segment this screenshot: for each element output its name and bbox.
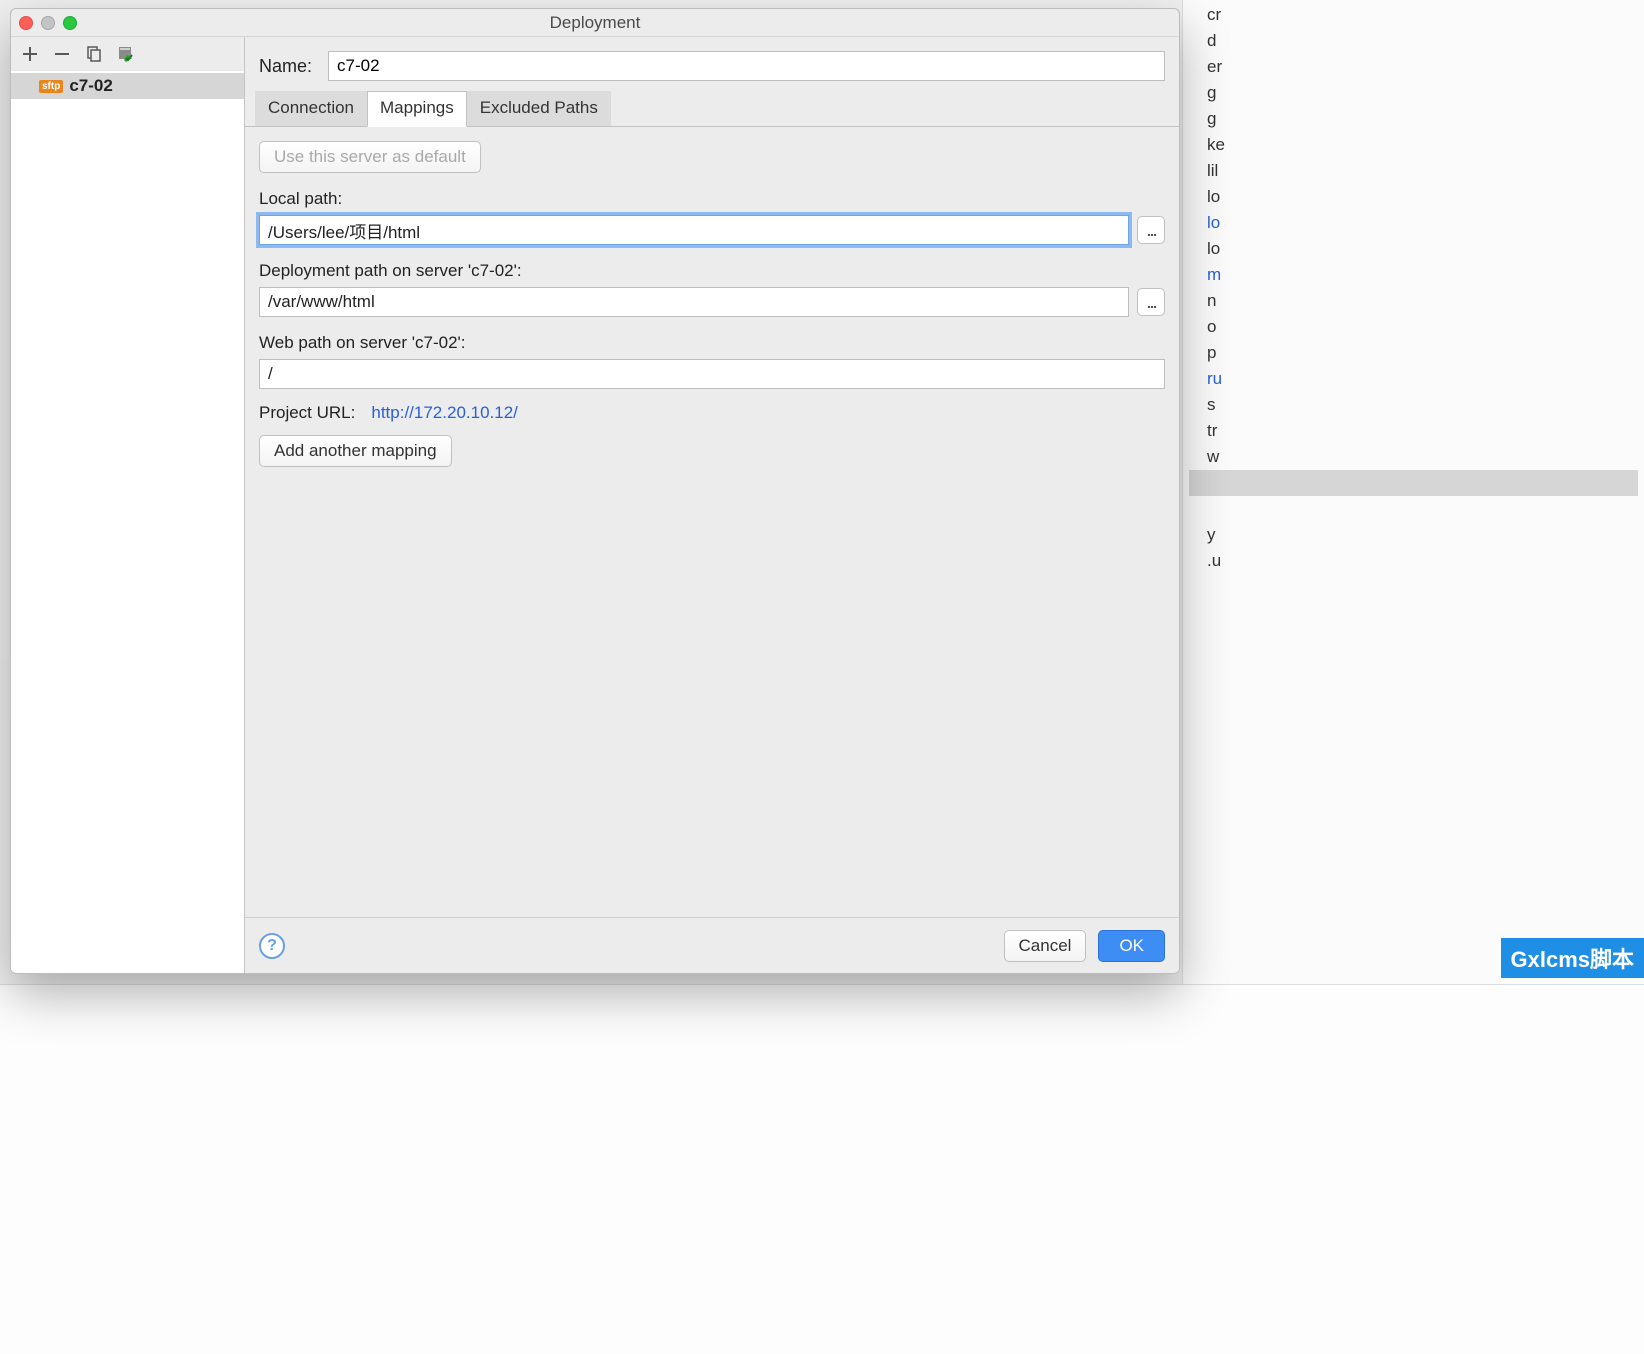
window-title: Deployment: [11, 13, 1179, 33]
add-another-mapping-button[interactable]: Add another mapping: [259, 435, 452, 467]
background-list-item[interactable]: lo: [1189, 210, 1638, 236]
tab-excluded-paths[interactable]: Excluded Paths: [467, 91, 611, 126]
deployment-path-label: Deployment path on server 'c7-02':: [259, 261, 1165, 281]
browse-local-path-button[interactable]: ...: [1137, 216, 1165, 244]
mappings-panel: Use this server as default Local path: .…: [245, 127, 1179, 917]
scrollbar[interactable]: [1624, 6, 1642, 686]
watermark-overlay: Gxlcms脚本: [1501, 938, 1644, 978]
deployment-dialog: Deployment sftp c7-02: [10, 8, 1180, 974]
local-path-label: Local path:: [259, 189, 1165, 209]
sftp-badge-icon: sftp: [39, 80, 63, 93]
web-path-input[interactable]: [259, 359, 1165, 389]
background-list-item[interactable]: tr: [1189, 418, 1638, 444]
copy-icon: [86, 46, 102, 62]
server-name-input[interactable]: [328, 51, 1165, 81]
project-url-label: Project URL:: [259, 403, 355, 423]
sidebar-toolbar: [11, 37, 244, 71]
web-path-label: Web path on server 'c7-02':: [259, 333, 1165, 353]
deployment-path-input[interactable]: [259, 287, 1129, 317]
background-list-item[interactable]: ru: [1189, 366, 1638, 392]
background-list-item[interactable]: o: [1189, 314, 1638, 340]
help-button[interactable]: ?: [259, 933, 285, 959]
background-list-item[interactable]: g: [1189, 80, 1638, 106]
project-url-link[interactable]: http://172.20.10.12/: [371, 403, 518, 423]
tab-bar: Connection Mappings Excluded Paths: [245, 91, 1179, 127]
background-list-item[interactable]: g: [1189, 106, 1638, 132]
background-list-item[interactable]: n: [1189, 288, 1638, 314]
zoom-window-button[interactable]: [63, 16, 77, 30]
close-window-button[interactable]: [19, 16, 33, 30]
local-path-input[interactable]: [259, 215, 1129, 245]
add-server-button[interactable]: [19, 43, 41, 65]
minimize-window-button[interactable]: [41, 16, 55, 30]
background-list-item[interactable]: lil: [1189, 158, 1638, 184]
sidebar-item-label: c7-02: [69, 76, 112, 96]
background-list-item[interactable]: m: [1189, 262, 1638, 288]
background-list-item[interactable]: ke: [1189, 132, 1638, 158]
minus-icon: [55, 47, 69, 61]
name-label: Name:: [259, 56, 312, 77]
background-list-item[interactable]: .u: [1189, 548, 1638, 574]
remove-server-button[interactable]: [51, 43, 73, 65]
server-check-icon: [117, 45, 135, 63]
tab-connection[interactable]: Connection: [255, 91, 367, 126]
sidebar-item-c7-02[interactable]: sftp c7-02: [11, 73, 244, 99]
use-as-default-button[interactable]: Use this server as default: [259, 141, 481, 173]
main-panel: Name: Connection Mappings Excluded Paths…: [245, 37, 1179, 973]
background-list-item[interactable]: er: [1189, 54, 1638, 80]
background-list-item[interactable]: s: [1189, 392, 1638, 418]
background-list-item[interactable]: p: [1189, 340, 1638, 366]
ok-button[interactable]: OK: [1098, 930, 1165, 962]
background-list-item[interactable]: lo: [1189, 236, 1638, 262]
server-list: sftp c7-02: [11, 71, 244, 973]
background-bottom-area: [0, 984, 1644, 1354]
titlebar: Deployment: [11, 9, 1179, 37]
copy-server-button[interactable]: [83, 43, 105, 65]
cancel-button[interactable]: Cancel: [1004, 930, 1087, 962]
set-default-button[interactable]: [115, 43, 137, 65]
background-list-item[interactable]: cr: [1189, 2, 1638, 28]
background-list-item[interactable]: [1189, 496, 1638, 522]
background-list-item[interactable]: w: [1189, 444, 1638, 470]
background-list-item[interactable]: lo: [1189, 184, 1638, 210]
background-list-item[interactable]: y: [1189, 522, 1638, 548]
browse-deployment-path-button[interactable]: ...: [1137, 288, 1165, 316]
plus-icon: [23, 47, 37, 61]
tab-mappings[interactable]: Mappings: [367, 91, 467, 127]
background-list-item[interactable]: d: [1189, 28, 1638, 54]
background-list-item[interactable]: [1189, 470, 1638, 496]
window-controls: [19, 16, 77, 30]
dialog-footer: ? Cancel OK: [245, 917, 1179, 973]
server-sidebar: sftp c7-02: [11, 37, 245, 973]
